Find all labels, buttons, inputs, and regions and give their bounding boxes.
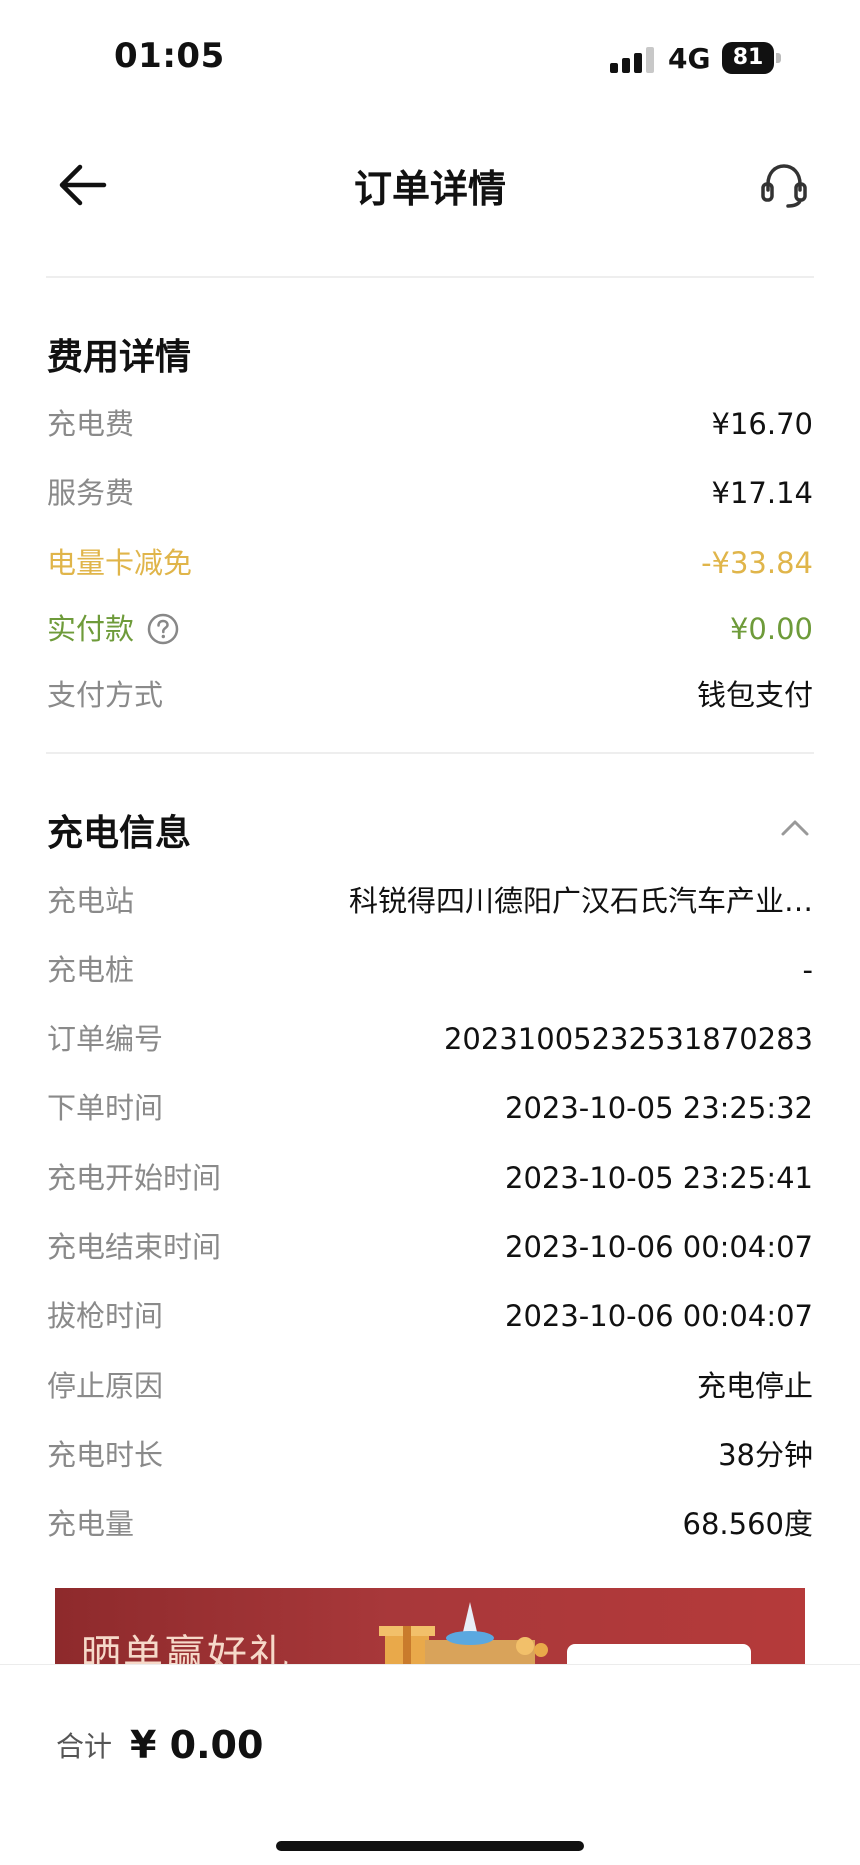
total-label: 合计 — [56, 1730, 113, 1763]
network-type: 4G — [668, 42, 711, 75]
promo-banner[interactable]: 晒单赢好礼 — [55, 1588, 805, 1664]
banner-button[interactable] — [567, 1644, 751, 1664]
question-circle-icon[interactable] — [147, 613, 179, 645]
charge-value: - — [802, 953, 813, 987]
charge-value: 68.560度 — [682, 1507, 813, 1541]
gift-box-illustration — [379, 1602, 548, 1664]
fee-label: 充电费 — [47, 407, 135, 441]
chevron-up-icon[interactable] — [780, 816, 810, 838]
charge-value: 2023-10-06 00:04:07 — [505, 1230, 813, 1264]
banner-title: 晒单赢好礼 — [81, 1632, 291, 1664]
charge-row-pile: 充电桩 - — [47, 946, 813, 994]
fee-value: ¥16.70 — [711, 407, 813, 441]
fee-row-paid: 实付款 ¥0.00 — [47, 605, 813, 653]
charge-label: 拔枪时间 — [47, 1299, 164, 1333]
fee-label: 实付款 — [47, 612, 135, 646]
charge-row-order-time: 下单时间 2023-10-05 23:25:32 — [47, 1084, 813, 1132]
divider — [46, 276, 814, 278]
charge-value: 38分钟 — [718, 1438, 813, 1472]
charge-row-unplug-time: 拔枪时间 2023-10-06 00:04:07 — [47, 1292, 813, 1340]
charge-value: 充电停止 — [696, 1369, 813, 1403]
charge-value: 2023-10-06 00:04:07 — [505, 1299, 813, 1333]
charge-row-station: 充电站 科锐得四川德阳广汉石氏汽车产业… — [47, 877, 813, 925]
fee-row-service: 服务费 ¥17.14 — [47, 469, 813, 517]
battery-icon: 81 — [722, 42, 782, 74]
charge-value: 科锐得四川德阳广汉石氏汽车产业… — [348, 884, 813, 918]
charge-row-order-no: 订单编号 20231005232531870283 — [47, 1015, 813, 1063]
fee-row-discount: 电量卡减免 -¥33.84 — [47, 539, 813, 587]
charge-label: 充电开始时间 — [47, 1161, 222, 1195]
total-amount: ¥ 0.00 — [130, 1723, 264, 1767]
charge-row-stop-reason: 停止原因 充电停止 — [47, 1362, 813, 1410]
charge-row-duration: 充电时长 38分钟 — [47, 1431, 813, 1479]
fee-value: ¥0.00 — [729, 612, 813, 646]
headset-icon[interactable] — [760, 162, 808, 208]
status-bar: 01:05 4G 81 — [0, 0, 860, 110]
charge-section-title: 充电信息 — [47, 813, 192, 854]
charge-value: 2023-10-05 23:25:32 — [505, 1091, 813, 1125]
fee-label: 支付方式 — [47, 678, 164, 712]
fee-row-payment-method: 支付方式 钱包支付 — [47, 671, 813, 719]
charge-row-start-time: 充电开始时间 2023-10-05 23:25:41 — [47, 1154, 813, 1202]
fee-value: 钱包支付 — [696, 678, 813, 712]
fee-value: -¥33.84 — [701, 546, 813, 580]
status-time: 01:05 — [114, 36, 225, 76]
charge-label: 下单时间 — [47, 1091, 164, 1125]
charge-label: 充电桩 — [47, 953, 135, 987]
fee-label: 电量卡减免 — [47, 546, 193, 580]
signal-icon — [610, 47, 654, 73]
bottom-bar: 合计 ¥ 0.00 — [0, 1664, 860, 1865]
charge-label: 订单编号 — [47, 1022, 164, 1056]
charge-row-energy: 充电量 68.560度 — [47, 1500, 813, 1548]
charge-label: 充电量 — [47, 1507, 135, 1541]
charge-value: 2023-10-05 23:25:41 — [505, 1161, 813, 1195]
nav-bar: 订单详情 — [0, 140, 860, 230]
home-indicator — [276, 1841, 584, 1851]
charge-label: 充电站 — [47, 884, 135, 918]
divider — [46, 752, 814, 754]
page-title: 订单详情 — [353, 167, 506, 211]
charge-value: 20231005232531870283 — [443, 1022, 813, 1056]
fee-value: ¥17.14 — [711, 476, 813, 510]
fee-row-charging: 充电费 ¥16.70 — [47, 400, 813, 448]
fee-label: 服务费 — [47, 476, 135, 510]
charge-label: 充电时长 — [47, 1438, 164, 1472]
charge-label: 充电结束时间 — [47, 1230, 222, 1264]
fee-section-title: 费用详情 — [47, 337, 192, 378]
charge-label: 停止原因 — [47, 1369, 164, 1403]
battery-level: 81 — [732, 45, 764, 70]
charge-row-end-time: 充电结束时间 2023-10-06 00:04:07 — [47, 1223, 813, 1271]
